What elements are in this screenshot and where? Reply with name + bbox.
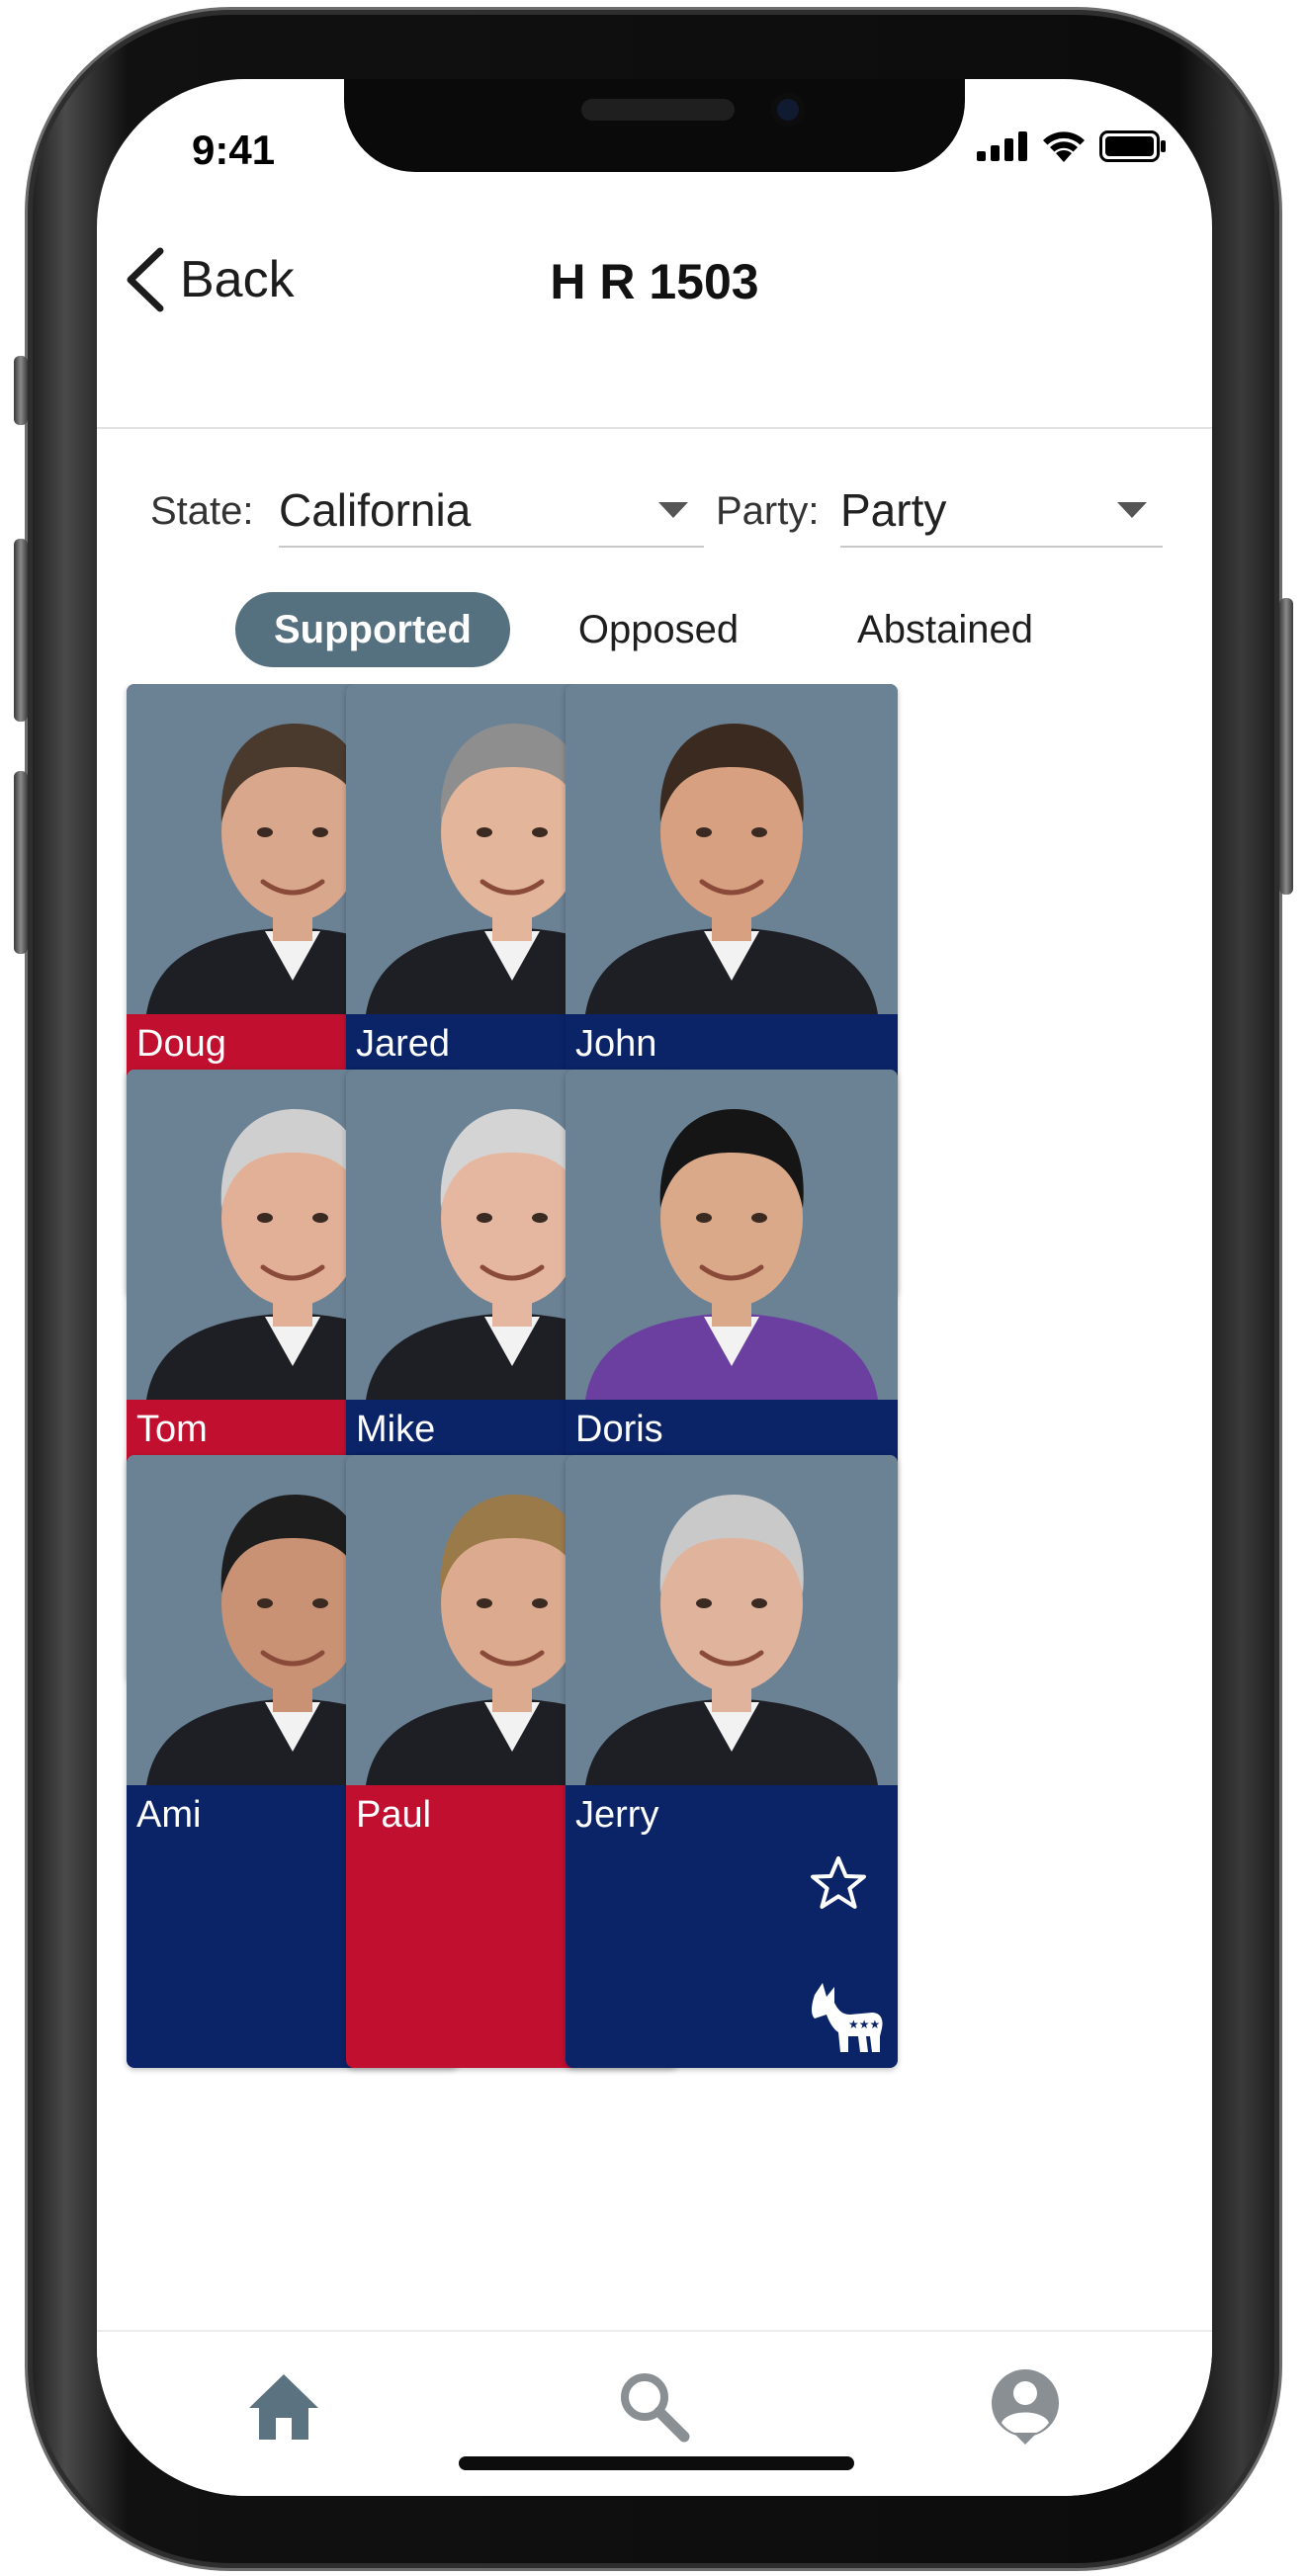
state-select-value: California (279, 484, 472, 536)
member-photo (566, 684, 898, 1014)
member-first-name: Ami (136, 1794, 202, 1836)
state-filter-label: State: (150, 488, 254, 533)
member-first-name: Jerry (575, 1794, 659, 1836)
volume-up-button (14, 539, 28, 722)
member-first-name: John (575, 1023, 657, 1065)
tab-profile[interactable] (981, 2361, 1070, 2450)
home-indicator (459, 2456, 854, 2470)
member-photo (566, 1455, 898, 1785)
democrat-donkey-icon: ★★★ (809, 1981, 888, 2056)
tab-abstained[interactable]: Abstained (834, 592, 1056, 667)
member-first-name: Mike (356, 1409, 436, 1450)
member-photo (566, 1070, 898, 1400)
favorite-star-icon[interactable] (809, 1854, 868, 1914)
app-screen: 9:41 Back H R 1503 State: California Par… (97, 79, 1212, 2496)
member-card[interactable]: Jerry ★★★ (566, 1455, 898, 2068)
tab-home[interactable] (239, 2361, 328, 2450)
party-filter: Party: (716, 474, 819, 548)
state-filter: State: (150, 474, 254, 548)
member-first-name: Tom (136, 1409, 208, 1450)
caret-down-icon (658, 502, 688, 518)
bottom-tab-bar (97, 2330, 1212, 2496)
tab-supported[interactable]: Supported (235, 592, 510, 667)
state-select[interactable]: California (279, 474, 704, 548)
member-name: Ami (136, 1789, 364, 1841)
member-first-name: Paul (356, 1794, 432, 1836)
member-first-name: Jared (356, 1023, 451, 1065)
tab-opposed[interactable]: Opposed (550, 592, 767, 667)
power-button (1279, 598, 1293, 895)
member-name: Jerry (575, 1789, 803, 1841)
page-title: H R 1503 (550, 254, 759, 309)
svg-text:★★★: ★★★ (848, 2018, 880, 2031)
party-select-value: Party (840, 484, 947, 536)
party-filter-label: Party: (716, 488, 820, 533)
member-first-name: Doug (136, 1023, 226, 1065)
volume-down-button (14, 771, 28, 954)
member-name: Paul (356, 1789, 583, 1841)
tab-search[interactable] (609, 2361, 698, 2450)
header-divider (97, 427, 1212, 429)
home-icon (249, 2374, 318, 2440)
silent-switch (14, 356, 28, 425)
member-grid: DougLaMalfaCaliforniaHouse★★★JaredHuffma… (97, 684, 1212, 2330)
nav-header: Back H R 1503 (97, 79, 1212, 312)
search-icon (621, 2373, 690, 2443)
vote-tabs: Supported Opposed Abstained (97, 592, 1212, 671)
member-first-name: Doris (575, 1409, 663, 1450)
party-select[interactable]: Party (840, 474, 1163, 548)
caret-down-icon (1117, 502, 1147, 518)
profile-icon (992, 2369, 1059, 2445)
